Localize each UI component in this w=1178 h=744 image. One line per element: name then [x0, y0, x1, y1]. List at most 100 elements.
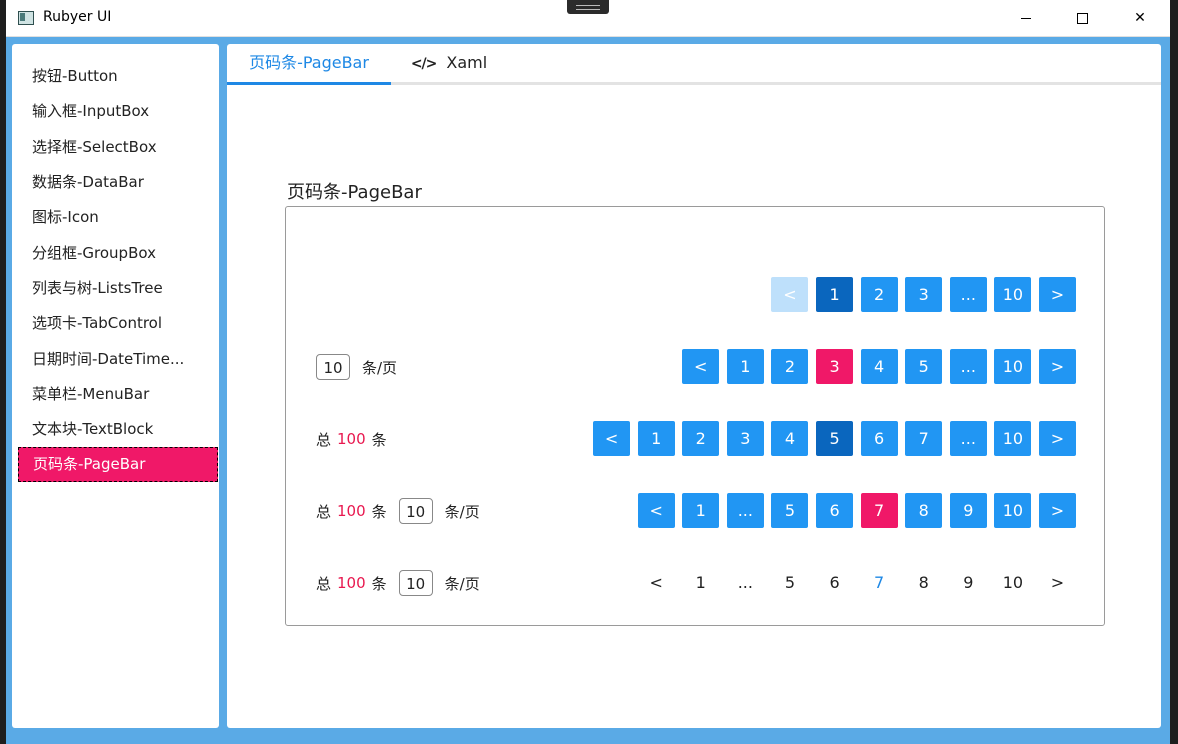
code-icon: </>: [410, 56, 438, 72]
ellipsis-button[interactable]: ...: [727, 565, 764, 600]
minimize-button[interactable]: [1003, 0, 1049, 36]
total-suffix: 条: [371, 574, 387, 593]
drag-handle-icon[interactable]: [567, 0, 609, 14]
pagebar-group: <1 2 3... 10 > 10 条/页 <1 2 3 4 5... 10 > 总 100 条 <…: [285, 206, 1105, 626]
page-button-7[interactable]: 7: [860, 493, 898, 528]
close-icon: ✕: [1134, 10, 1146, 26]
page-button-1[interactable]: 1: [726, 349, 764, 384]
sidebar-nav: 按钮-Button 输入框-InputBox 选择框-SelectBox 数据条…: [12, 44, 219, 728]
page-button-5[interactable]: 5: [771, 493, 809, 528]
page-size-input[interactable]: 10: [398, 498, 433, 524]
total-prefix: 总: [316, 574, 332, 593]
sidebar-item-datetime[interactable]: 日期时间-DateTime...: [18, 342, 218, 377]
page-button-3[interactable]: 3: [726, 421, 764, 456]
sidebar-item-menubar[interactable]: 菜单栏-MenuBar: [18, 377, 218, 412]
window-title: Rubyer UI: [43, 9, 112, 25]
sidebar-item-groupbox[interactable]: 分组框-GroupBox: [18, 236, 218, 271]
pagebar-3: <1 2 3 4 5 6 7... 10 >: [585, 421, 1076, 457]
ellipsis-button[interactable]: ...: [949, 421, 987, 456]
next-page-button[interactable]: >: [1039, 493, 1076, 528]
pagebar-4: <1... 5 6 7 8 9 10 >: [630, 493, 1076, 529]
title-bar[interactable]: Rubyer UI ✕: [6, 0, 1170, 37]
per-page-label: 条/页: [444, 502, 480, 521]
prev-page-button[interactable]: <: [682, 349, 720, 384]
close-button[interactable]: ✕: [1117, 0, 1163, 36]
page-button-2[interactable]: 2: [860, 277, 898, 312]
ellipsis-button[interactable]: ...: [949, 277, 987, 312]
next-page-button[interactable]: >: [1039, 421, 1076, 456]
next-page-button[interactable]: >: [1039, 565, 1076, 600]
page-button-6[interactable]: 6: [816, 565, 853, 600]
sidebar-item-selectbox[interactable]: 选择框-SelectBox: [18, 130, 218, 165]
pagebar-row-2: 10 条/页 <1 2 3 4 5... 10 >: [286, 349, 1104, 385]
ellipsis-button[interactable]: ...: [949, 349, 987, 384]
pagebar-row-1: <1 2 3... 10 >: [286, 277, 1104, 313]
sidebar-item-tabcontrol[interactable]: 选项卡-TabControl: [18, 306, 218, 341]
page-button-8[interactable]: 8: [905, 493, 943, 528]
sidebar-item-button[interactable]: 按钮-Button: [18, 59, 218, 94]
sidebar-item-databar[interactable]: 数据条-DataBar: [18, 165, 218, 200]
prev-page-button[interactable]: <: [771, 277, 809, 312]
next-page-button[interactable]: >: [1039, 349, 1076, 384]
total-count: 100: [337, 502, 366, 520]
next-page-button[interactable]: >: [1039, 277, 1076, 312]
page-button-5[interactable]: 5: [905, 349, 943, 384]
ellipsis-button[interactable]: ...: [726, 493, 764, 528]
page-button-9[interactable]: 9: [949, 493, 987, 528]
page-button-5[interactable]: 5: [771, 565, 808, 600]
pagebar-3-info: 总 100 条: [316, 421, 387, 457]
page-button-1[interactable]: 1: [682, 493, 720, 528]
page-button-4[interactable]: 4: [771, 421, 809, 456]
pagebar-row-3: 总 100 条 <1 2 3 4 5 6 7... 10 >: [286, 421, 1104, 457]
page-button-3[interactable]: 3: [816, 349, 854, 384]
page-button-3[interactable]: 3: [905, 277, 943, 312]
page-size-input[interactable]: 10: [316, 354, 350, 380]
total-suffix: 条: [371, 430, 387, 449]
total-count: 100: [337, 430, 366, 448]
tab-xaml-label: Xaml: [446, 53, 488, 72]
page-button-8[interactable]: 8: [905, 565, 942, 600]
per-page-label: 条/页: [444, 574, 480, 593]
maximize-button[interactable]: [1059, 0, 1105, 36]
pagebar-5: <1... 5 6 7 8 9 10 >: [630, 565, 1076, 601]
page-button-1[interactable]: 1: [682, 565, 719, 600]
page-button-2[interactable]: 2: [771, 349, 809, 384]
sidebar-item-liststree[interactable]: 列表与树-ListsTree: [18, 271, 218, 306]
sidebar-item-icon[interactable]: 图标-Icon: [18, 200, 218, 235]
page-button-6[interactable]: 6: [860, 421, 898, 456]
page-button-10[interactable]: 10: [994, 421, 1032, 456]
page-button-7[interactable]: 7: [905, 421, 943, 456]
total-count: 100: [337, 574, 366, 592]
content-panel: 页码条-PageBar </> Xaml 页码条-PageBar <1 2 3... 1…: [227, 44, 1161, 728]
total-prefix: 总: [316, 502, 332, 521]
page-button-9[interactable]: 9: [950, 565, 987, 600]
page-button-5[interactable]: 5: [816, 421, 854, 456]
page-button-10[interactable]: 10: [994, 277, 1032, 312]
page-button-4[interactable]: 4: [860, 349, 898, 384]
tab-strip: 页码条-PageBar </> Xaml: [227, 44, 1161, 85]
tab-xaml[interactable]: </> Xaml: [409, 44, 489, 82]
page-button-10[interactable]: 10: [994, 349, 1032, 384]
page-button-1[interactable]: 1: [637, 421, 675, 456]
page-button-7[interactable]: 7: [861, 565, 898, 600]
page-button-2[interactable]: 2: [682, 421, 720, 456]
prev-page-button[interactable]: <: [638, 565, 675, 600]
app-icon: [18, 11, 34, 25]
prev-page-button[interactable]: <: [637, 493, 675, 528]
tab-pagebar[interactable]: 页码条-PageBar: [227, 44, 391, 85]
page-size-input[interactable]: 10: [398, 570, 433, 596]
page-button-10[interactable]: 10: [994, 565, 1031, 600]
pagebar-row-5: 总 100 条 10 条/页 <1... 5 6 7 8 9 10 >: [286, 565, 1104, 601]
pagebar-row-4: 总 100 条 10 条/页 <1... 5 6 7 8 9 10 >: [286, 493, 1104, 529]
pagebar-2-info: 10 条/页: [316, 349, 397, 385]
page-button-10[interactable]: 10: [994, 493, 1032, 528]
pagebar-5-info: 总 100 条 10 条/页: [316, 565, 480, 601]
prev-page-button[interactable]: <: [593, 421, 631, 456]
sidebar-item-inputbox[interactable]: 输入框-InputBox: [18, 94, 218, 129]
section-title: 页码条-PageBar: [287, 182, 422, 203]
page-button-6[interactable]: 6: [816, 493, 854, 528]
total-prefix: 总: [316, 430, 332, 449]
sidebar-item-textblock[interactable]: 文本块-TextBlock: [18, 412, 218, 447]
page-button-1[interactable]: 1: [816, 277, 854, 312]
sidebar-item-pagebar[interactable]: 页码条-PageBar: [18, 447, 218, 482]
